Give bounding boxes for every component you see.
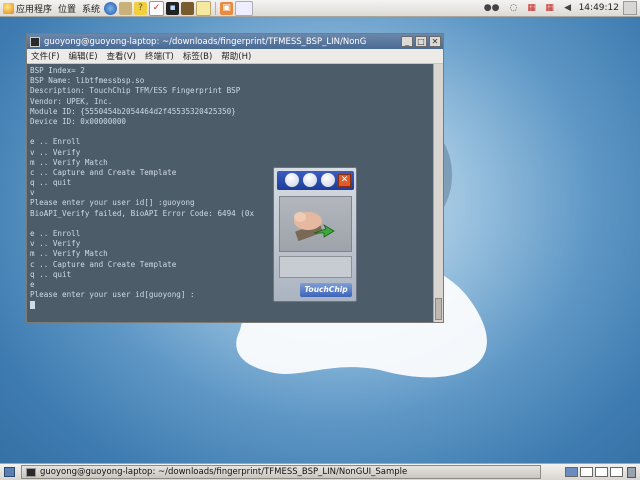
fingerprint-image-area xyxy=(279,196,352,252)
window-list-icon[interactable] xyxy=(235,0,254,16)
terminal-line: q .. quit xyxy=(30,269,72,279)
terminal-line: Please enter your user id[] :guoyong xyxy=(30,198,195,208)
scan-progress-area xyxy=(279,256,352,278)
terminal-line: BSP Index= 2 xyxy=(30,66,85,75)
terminal-menubar: 文件(F) 编辑(E) 查看(V) 终端(T) 标签(B) 帮助(H) xyxy=(27,49,443,64)
terminal-line: Device ID: 0x00000000 xyxy=(30,116,127,126)
menu-file[interactable]: 文件(F) xyxy=(31,50,60,62)
system-menu-label: 系统 xyxy=(82,4,101,15)
terminal-line: e .. Enroll xyxy=(30,137,81,147)
status-light-1 xyxy=(285,173,299,187)
terminal-line: BSP Name: libtfmessbsp.so xyxy=(30,76,145,86)
taskbar-terminal-button[interactable]: guoyong@guoyong-laptop: ~/downloads/fing… xyxy=(21,465,541,479)
terminal-line: e xyxy=(30,279,35,289)
dictionary-icon[interactable] xyxy=(181,1,195,15)
panel-clock[interactable]: 14:49:12 xyxy=(579,3,619,13)
terminal-line: v .. Verify xyxy=(30,147,81,157)
menu-edit[interactable]: 编辑(E) xyxy=(69,50,98,62)
network-icon[interactable]: ▦ xyxy=(526,2,538,14)
terminal-line: m .. Verify Match xyxy=(30,249,108,259)
terminal-title: guoyong@guoyong-laptop: ~/downloads/fing… xyxy=(44,36,367,47)
terminal-line: v xyxy=(30,188,35,198)
touchchip-dialog: ✕ TouchChip xyxy=(273,167,357,302)
top-panel: 应用程序 位置 系统 ? ✓ ▪ ▣ ●● ◌ ▦ ▦ ◀ 14:49:12 xyxy=(0,0,640,17)
terminal-line: Please enter your user id[guoyong] : xyxy=(30,290,195,300)
terminal-line: q .. quit xyxy=(30,178,72,188)
workspace-1[interactable] xyxy=(565,467,578,477)
applications-menu-label: 应用程序 xyxy=(16,4,53,15)
network-icon-2[interactable]: ▦ xyxy=(544,2,556,14)
gnome-foot-icon xyxy=(3,2,14,14)
terminal-window: guoyong@guoyong-laptop: ~/downloads/fing… xyxy=(26,33,444,323)
applications-menu[interactable]: 应用程序 xyxy=(0,0,55,17)
places-menu-label: 位置 xyxy=(58,4,77,15)
places-menu[interactable]: 位置 xyxy=(55,0,79,17)
finger-swipe-icon xyxy=(294,212,335,242)
eyes-applet-icon: ●● xyxy=(483,3,500,13)
terminal-window-icon xyxy=(30,36,40,47)
email-icon[interactable] xyxy=(119,1,133,15)
terminal-prompt-line xyxy=(30,300,431,310)
chat-icon[interactable]: ◌ xyxy=(508,2,520,14)
text-editor-icon[interactable]: ✓ xyxy=(149,0,165,16)
terminal-line: Description: TouchChip TFM/ESS Fingerpri… xyxy=(30,86,241,96)
workspace-2[interactable] xyxy=(580,467,593,477)
image-viewer-icon[interactable]: ▣ xyxy=(220,1,234,15)
menu-terminal[interactable]: 终端(T) xyxy=(145,50,174,62)
terminal-output[interactable]: BSP Index= 2 BSP Name: libtfmessbsp.so D… xyxy=(27,64,434,322)
touchchip-close-button[interactable]: ✕ xyxy=(338,174,351,187)
workspace-3[interactable] xyxy=(595,467,608,477)
minimize-button[interactable]: _ xyxy=(401,36,413,47)
menu-tabs[interactable]: 标签(B) xyxy=(183,50,212,62)
menu-help[interactable]: 帮助(H) xyxy=(221,50,251,62)
text-cursor xyxy=(30,301,35,310)
status-light-3 xyxy=(321,173,335,187)
menu-view[interactable]: 查看(V) xyxy=(107,50,136,62)
terminal-line: c .. Capture and Create Template xyxy=(30,167,177,177)
trash-icon[interactable] xyxy=(627,466,636,478)
terminal-line: e .. Enroll xyxy=(30,229,81,238)
system-menu[interactable]: 系统 xyxy=(79,0,103,17)
touchchip-header[interactable]: ✕ xyxy=(277,171,354,190)
help-icon[interactable]: ? xyxy=(134,1,148,15)
terminal-icon[interactable]: ▪ xyxy=(166,1,180,15)
terminal-line: Vendor: UPEK, Inc. xyxy=(30,96,113,106)
close-button[interactable]: ✕ xyxy=(429,36,441,47)
power-icon[interactable] xyxy=(623,1,637,15)
volume-icon[interactable]: ◀ xyxy=(562,2,574,14)
terminal-titlebar[interactable]: guoyong@guoyong-laptop: ~/downloads/fing… xyxy=(27,34,443,49)
terminal-line: m .. Verify Match xyxy=(30,157,108,167)
terminal-line: v .. Verify xyxy=(30,239,81,249)
status-light-2 xyxy=(303,173,317,187)
workspace-4[interactable] xyxy=(610,467,623,477)
scrollbar-thumb[interactable] xyxy=(435,298,442,320)
terminal-line: c .. Capture and Create Template xyxy=(30,259,177,269)
workspace-switcher[interactable] xyxy=(563,467,623,477)
web-browser-icon[interactable] xyxy=(104,1,118,15)
touchchip-logo: TouchChip xyxy=(300,283,352,297)
terminal-scrollbar[interactable] xyxy=(433,64,443,322)
maximize-button[interactable]: □ xyxy=(415,36,427,47)
terminal-task-icon xyxy=(26,467,36,477)
panel-separator xyxy=(215,1,217,15)
terminal-line: Module ID: {5550454b2054464d2f4553532042… xyxy=(30,106,236,116)
taskbar-terminal-label: guoyong@guoyong-laptop: ~/downloads/fing… xyxy=(40,467,408,477)
bottom-panel: guoyong@guoyong-laptop: ~/downloads/fing… xyxy=(0,463,640,480)
terminal-line: BioAPI_Verify failed, BioAPI Error Code:… xyxy=(30,208,255,218)
show-desktop-icon[interactable] xyxy=(4,467,15,477)
notes-icon[interactable] xyxy=(196,0,212,16)
